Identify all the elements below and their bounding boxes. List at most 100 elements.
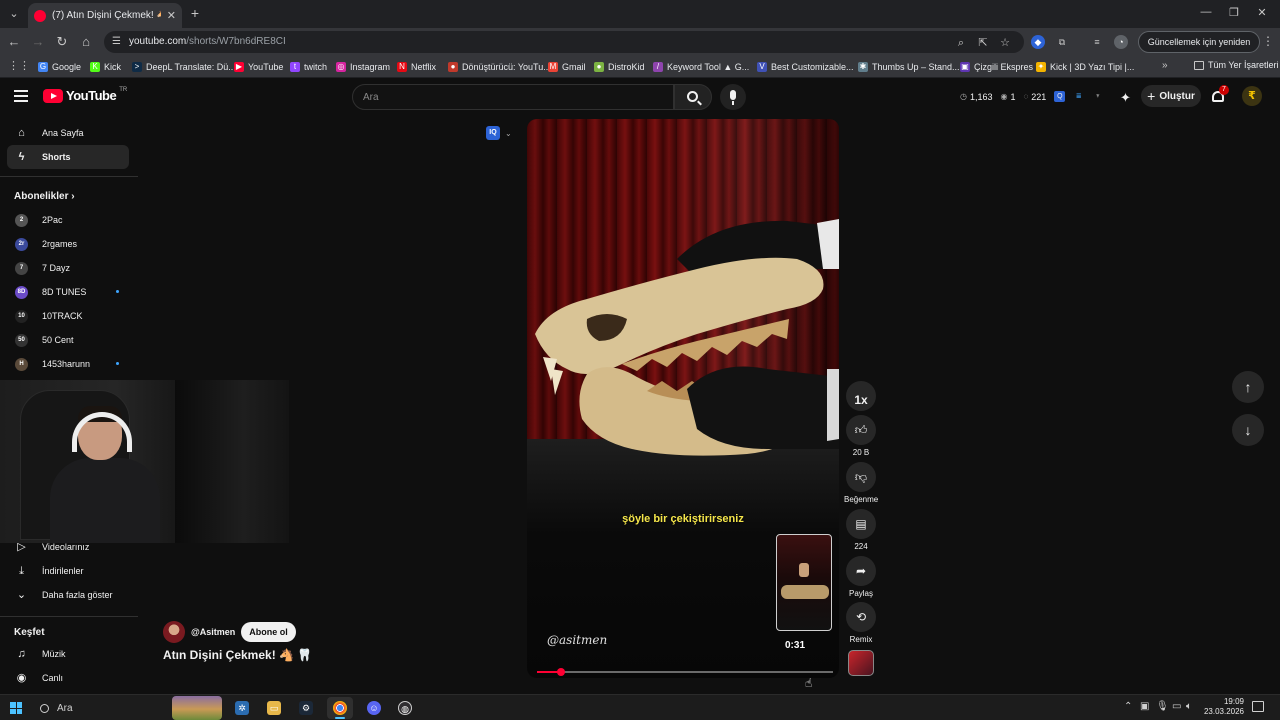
taskbar-app-steam[interactable]: ⚙	[293, 697, 319, 719]
microphone-tray-icon[interactable]: 🎙︎	[1156, 701, 1169, 712]
share-button[interactable]: ➦ Paylaş	[844, 556, 878, 598]
bookmark-item[interactable]: ● DistroKid	[594, 60, 645, 74]
youtube-logo[interactable]: YouTube TR	[43, 87, 127, 103]
sidebar-item-shorts[interactable]: ϟ Shorts	[7, 145, 129, 169]
bookmark-item[interactable]: ✱ Thumbs Up – Stand...	[858, 60, 960, 74]
progress-bar[interactable]	[537, 668, 833, 676]
iq-extension-toggle[interactable]: IQ ⌄	[486, 124, 520, 142]
install-app-icon[interactable]: ⇱	[976, 36, 990, 50]
taskbar-app-obs[interactable]: ◍	[392, 697, 418, 719]
bookmark-item[interactable]: ▣ Çizgili Ekspres	[960, 60, 1033, 74]
bookmark-item[interactable]: ◎ Instagram	[336, 60, 390, 74]
tray-overflow-icon[interactable]: ⌃	[1124, 701, 1132, 712]
address-bar[interactable]: ☰ youtube.com/shorts/W7bn6dRE8CI ⌕ ⇱ ☆	[104, 31, 1024, 53]
sparkle-icon[interactable]: ✦	[1120, 90, 1131, 106]
sidebar-subscription-item[interactable]: 8D 8D TUNES	[7, 280, 129, 304]
bookmark-item[interactable]: t twitch	[290, 60, 327, 74]
sidebar-subscription-item[interactable]: H 1453harunn	[7, 352, 129, 376]
forward-button[interactable]: →	[30, 34, 46, 50]
bookmark-star-icon[interactable]: ☆	[998, 36, 1012, 50]
network-icon[interactable]: ▭	[1172, 701, 1181, 712]
playback-speed-button[interactable]: 1x▹▹	[844, 381, 878, 436]
guide-menu-icon[interactable]	[14, 90, 28, 102]
home-button[interactable]: ⌂	[78, 34, 94, 50]
notifications-button[interactable]: 7	[1211, 85, 1229, 104]
media-controls-icon[interactable]: ≡	[1090, 35, 1104, 49]
search-box[interactable]	[352, 84, 674, 110]
sidebar-item-music[interactable]: ♫ Müzik	[7, 642, 129, 666]
sidebar-item-show-more[interactable]: ⌄ Daha fazla göster	[7, 583, 129, 607]
site-info-icon[interactable]: ☰	[112, 36, 124, 48]
search-button[interactable]	[674, 84, 712, 110]
account-avatar[interactable]: ₹	[1242, 86, 1262, 106]
comments-button[interactable]: ▤ 224	[844, 509, 878, 551]
taskbar-app-chrome[interactable]	[327, 697, 353, 719]
sidebar-subscription-item[interactable]: 2r 2rgames	[7, 232, 129, 256]
bookmark-item[interactable]: > DeepL Translate: Dü...	[132, 60, 236, 74]
apps-grid-icon[interactable]: ⋮⋮	[8, 60, 30, 72]
taskbar-app-explorer[interactable]: ▭	[261, 697, 287, 719]
tab-search-dropdown-icon[interactable]: ⌄	[6, 6, 22, 22]
bookmark-item[interactable]: ▶ YouTube	[234, 60, 283, 74]
update-restart-button[interactable]: Güncellemek için yeniden başlat	[1138, 31, 1260, 67]
bookmark-item[interactable]: ● Dönüştürücü: YouTu...	[448, 60, 551, 74]
bookmark-item[interactable]: K Kick	[90, 60, 121, 74]
profile-icon[interactable]: ◔	[1114, 35, 1128, 49]
award-extension-icon[interactable]: ♆	[1092, 91, 1103, 102]
volume-icon[interactable]: 🔈︎	[1186, 701, 1192, 712]
extension-shield-icon[interactable]: ◆	[1031, 35, 1045, 49]
dislike-button[interactable]: 👎︎ Beğenme	[844, 462, 878, 504]
voice-search-button[interactable]	[720, 84, 746, 110]
bookmark-item[interactable]: ✦ Kick | 3D Yazı Tipi |...	[1036, 60, 1134, 74]
bookmark-item[interactable]: M Gmail	[548, 60, 586, 74]
taskbar-clock[interactable]: 19:09 23.03.2026	[1198, 697, 1244, 717]
close-window-button[interactable]: ✕	[1252, 6, 1272, 19]
reload-button[interactable]: ↻	[54, 34, 70, 50]
back-button[interactable]: ←	[6, 34, 22, 50]
sidebar-item-live[interactable]: ◉ Canlı	[7, 666, 129, 690]
search-input[interactable]	[353, 85, 673, 109]
subscriptions-header[interactable]: Abonelikler ›	[14, 191, 75, 202]
shorts-player[interactable]: şöyle bir çekiştirirseniz @asitmen 0:31	[527, 119, 839, 678]
create-button[interactable]: + Oluştur	[1141, 85, 1201, 107]
list-extension-icon[interactable]: ≣	[1073, 91, 1084, 102]
bookmark-item[interactable]: G Google	[38, 60, 81, 74]
close-tab-icon[interactable]: ✕	[167, 9, 176, 22]
iq-extension-icon[interactable]: Q	[1054, 91, 1066, 102]
progress-scrubber[interactable]	[556, 668, 565, 676]
channel-thumbnail[interactable]	[848, 650, 874, 676]
widgets-icon[interactable]	[172, 696, 222, 720]
short-title[interactable]: Atın Dişini Çekmek! 🐴 🦷	[163, 648, 312, 662]
sidebar-subscription-item[interactable]: 10 10TRACK	[7, 304, 129, 328]
zoom-search-icon[interactable]: ⌕	[954, 36, 968, 50]
tray-app-icon[interactable]: ▣	[1140, 701, 1149, 712]
windows-start-icon[interactable]	[10, 702, 22, 714]
new-tab-button[interactable]: +	[188, 6, 202, 20]
browser-menu-icon[interactable]: ⋮	[1262, 34, 1274, 48]
sidebar-subscription-item[interactable]: 50 50 Cent	[7, 328, 129, 352]
channel-handle[interactable]: @Asitmen	[191, 627, 235, 637]
url-text[interactable]: youtube.com/shorts/W7bn6dRE8CI	[129, 36, 286, 47]
sidebar-subscription-item[interactable]: 2 2Pac	[7, 208, 129, 232]
restore-window-button[interactable]: ❐	[1224, 6, 1244, 19]
like-button[interactable]: 👍︎ 20 B	[844, 415, 878, 457]
sidebar-subscription-item[interactable]: 7 7 Dayz	[7, 256, 129, 280]
taskbar-app-discord[interactable]: ☺	[361, 697, 387, 719]
taskbar-app-settings[interactable]: ✲	[229, 697, 255, 719]
next-short-button[interactable]: ↓	[1232, 414, 1264, 446]
minimize-window-button[interactable]: —	[1196, 6, 1216, 18]
bookmark-item[interactable]: / Keyword Tool ▲ G...	[653, 60, 749, 74]
sidebar-item-downloads[interactable]: ⤓ İndirilenler	[7, 559, 129, 583]
notification-center-icon[interactable]	[1252, 701, 1264, 712]
channel-avatar[interactable]	[163, 621, 185, 643]
remix-button[interactable]: ⟲ Remix	[844, 602, 878, 644]
browser-tab-active[interactable]: (7) Atın Dişini Çekmek! 🐴 🦷 ✕	[28, 3, 182, 28]
bookmark-item[interactable]: N Netflix	[397, 60, 436, 74]
subscribe-button[interactable]: Abone ol	[241, 622, 296, 642]
sidebar-item-home[interactable]: ⌂ Ana Sayfa	[7, 121, 129, 145]
all-bookmarks-button[interactable]: Tüm Yer İşaretleri	[1194, 60, 1279, 70]
extensions-puzzle-icon[interactable]: ⧉	[1055, 35, 1069, 49]
more-bookmarks-icon[interactable]: »	[1162, 60, 1168, 71]
previous-short-button[interactable]: ↑	[1232, 371, 1264, 403]
bookmark-item[interactable]: V Best Customizable...	[757, 60, 854, 74]
